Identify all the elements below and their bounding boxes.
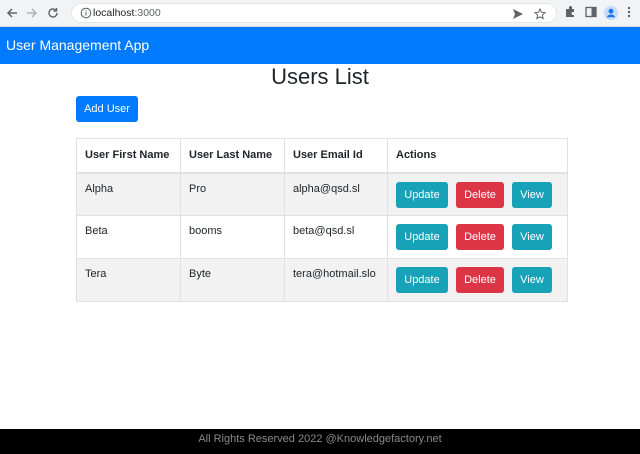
cell-last-name: booms (180, 215, 285, 259)
bookmark-star-icon[interactable] (533, 7, 548, 21)
side-panel-icon[interactable] (584, 5, 600, 21)
header-first-name: User First Name (76, 138, 181, 173)
view-button[interactable]: View (512, 267, 552, 293)
delete-button[interactable]: Delete (456, 224, 504, 250)
info-icon[interactable] (80, 6, 94, 20)
users-table: User First Name User Last Name User Emai… (76, 138, 568, 302)
address-bar[interactable]: localhost:3000 (71, 3, 557, 23)
update-button[interactable]: Update (396, 267, 448, 293)
back-arrow-icon[interactable] (4, 5, 20, 21)
cell-actions: Update Delete View (387, 215, 568, 259)
table-row: Alpha Pro alpha@qsd.sl Update Delete View (76, 172, 568, 216)
update-button[interactable]: Update (396, 224, 448, 250)
table-row: Beta booms beta@qsd.sl Update Delete View (76, 215, 568, 259)
view-button[interactable]: View (512, 224, 552, 250)
cell-first-name: Beta (76, 215, 181, 259)
delete-button[interactable]: Delete (456, 181, 504, 208)
cell-first-name: Alpha (76, 172, 181, 216)
cell-actions: Update Delete View (387, 172, 568, 216)
cell-last-name: Pro (180, 172, 285, 216)
url-port: :3000 (134, 7, 161, 19)
menu-kebab-icon[interactable] (624, 5, 640, 21)
cell-last-name: Byte (180, 258, 285, 302)
cell-actions: Update Delete View (387, 258, 568, 302)
cell-email: beta@qsd.sl (284, 215, 388, 259)
url-text: localhost:3000 (93, 7, 161, 19)
extensions-icon[interactable] (563, 5, 579, 21)
view-button[interactable]: View (512, 181, 552, 208)
update-button[interactable]: Update (396, 181, 448, 208)
table-header-row: User First Name User Last Name User Emai… (76, 138, 568, 173)
cell-first-name: Tera (76, 258, 181, 302)
footer-text: All Rights Reserved 2022 @Knowledgefacto… (198, 433, 442, 445)
forward-arrow-icon[interactable] (24, 5, 40, 21)
profile-avatar-icon[interactable] (603, 5, 619, 21)
reload-icon[interactable] (45, 5, 61, 21)
app-brand[interactable]: User Management App (6, 37, 149, 53)
add-user-button[interactable]: Add User (76, 96, 138, 122)
header-email: User Email Id (284, 138, 388, 173)
header-last-name: User Last Name (180, 138, 285, 173)
cell-email: tera@hotmail.slo (284, 258, 388, 302)
send-icon[interactable] (512, 7, 526, 21)
header-actions: Actions (387, 138, 568, 173)
browser-toolbar: localhost:3000 (0, 0, 640, 27)
page-title: Users List (271, 64, 369, 89)
table-row: Tera Byte tera@hotmail.slo Update Delete V… (76, 258, 568, 302)
delete-button[interactable]: Delete (456, 267, 504, 293)
app-navbar: User Management App (0, 27, 640, 64)
url-host: localhost (93, 7, 135, 19)
cell-email: alpha@qsd.sl (284, 172, 388, 216)
footer: All Rights Reserved 2022 @Knowledgefacto… (0, 429, 640, 454)
